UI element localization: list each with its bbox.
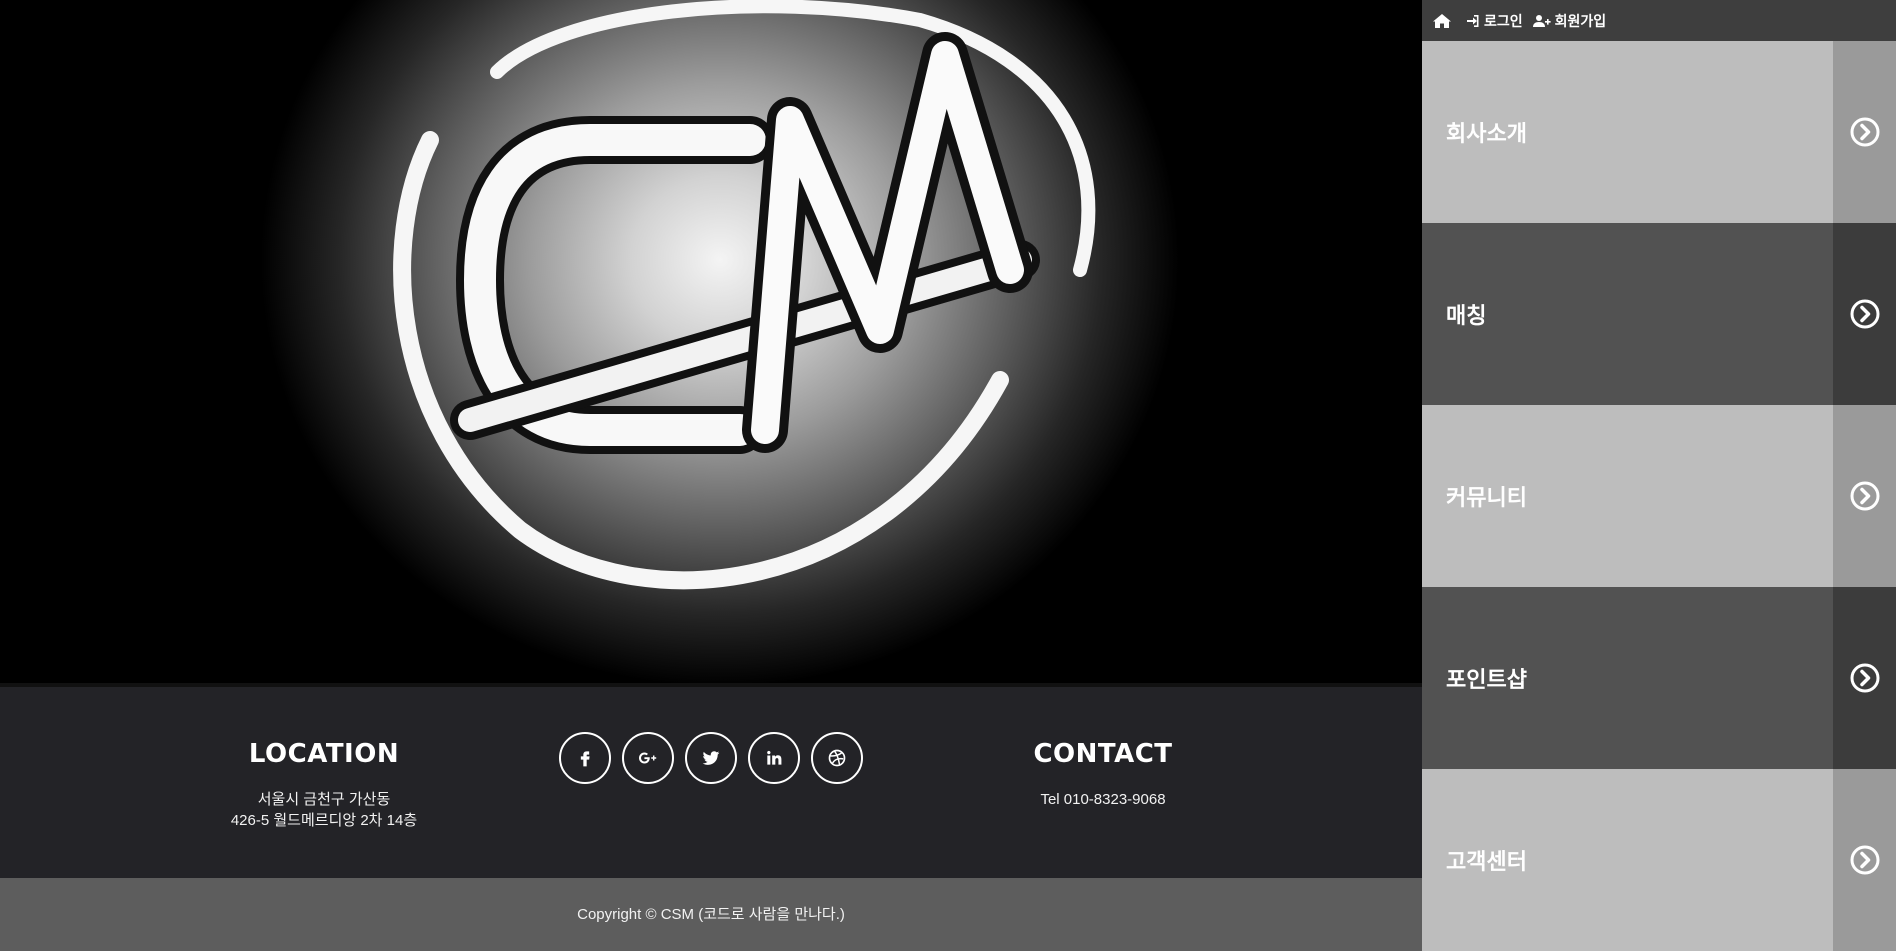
sign-in-icon (1467, 14, 1479, 27)
top-nav: 로그인 회원가입 (1422, 0, 1896, 41)
menu-label-matching: 매칭 (1446, 303, 1487, 328)
chevron-circle-right-icon[interactable] (1833, 41, 1896, 223)
csm-logo (393, 0, 1096, 590)
copyright-text: Copyright © CSM (코드로 사람을 만나다.) (577, 906, 845, 923)
menu-label-community: 커뮤니티 (1446, 485, 1527, 510)
footer-contact: CONTACT Tel 010-8323-9068 (953, 687, 1253, 810)
dribbble-icon[interactable] (811, 732, 863, 784)
menu-item-company[interactable]: 회사소개 (1422, 41, 1896, 223)
side-menu: 로그인 회원가입 회사소개 매칭 커뮤니티 포인트샵 고객센터 (1422, 0, 1896, 951)
menu-label-support: 고객센터 (1446, 849, 1527, 874)
google-plus-icon[interactable] (622, 732, 674, 784)
hero-banner (0, 0, 1422, 687)
social-links (559, 732, 874, 784)
chevron-circle-right-icon[interactable] (1833, 405, 1896, 587)
menu-label-pointshop: 포인트샵 (1446, 667, 1527, 692)
user-plus-icon (1532, 14, 1551, 27)
signup-link[interactable]: 회원가입 (1532, 11, 1607, 31)
login-link[interactable]: 로그인 (1466, 11, 1523, 31)
home-icon[interactable] (1432, 13, 1456, 29)
menu-item-community[interactable]: 커뮤니티 (1422, 405, 1896, 587)
chevron-circle-right-icon[interactable] (1833, 587, 1896, 769)
login-label: 로그인 (1484, 12, 1523, 29)
chevron-circle-right-icon[interactable] (1833, 223, 1896, 405)
menu-item-matching[interactable]: 매칭 (1422, 223, 1896, 405)
copyright-bar: Copyright © CSM (코드로 사람을 만나다.) (0, 878, 1422, 951)
footer-location: LOCATION 서울시 금천구 가산동 426-5 월드메르디앙 2차 14층 (174, 687, 474, 831)
twitter-icon[interactable] (685, 732, 737, 784)
menu-item-pointshop[interactable]: 포인트샵 (1422, 587, 1896, 769)
linkedin-icon[interactable] (748, 732, 800, 784)
contact-heading: CONTACT (1033, 739, 1173, 769)
location-address: 서울시 금천구 가산동 426-5 월드메르디앙 2차 14층 (174, 789, 474, 831)
menu-label-company: 회사소개 (1446, 121, 1527, 146)
address-line-2: 426-5 월드메르디앙 2차 14층 (230, 812, 418, 829)
menu-item-support[interactable]: 고객센터 (1422, 769, 1896, 951)
signup-label: 회원가입 (1554, 12, 1607, 29)
facebook-icon[interactable] (559, 732, 611, 784)
address-line-1: 서울시 금천구 가산동 (257, 791, 391, 808)
contact-phone: Tel 010-8323-9068 (1040, 791, 1166, 808)
chevron-circle-right-icon[interactable] (1833, 769, 1896, 951)
location-heading: LOCATION (248, 739, 400, 769)
